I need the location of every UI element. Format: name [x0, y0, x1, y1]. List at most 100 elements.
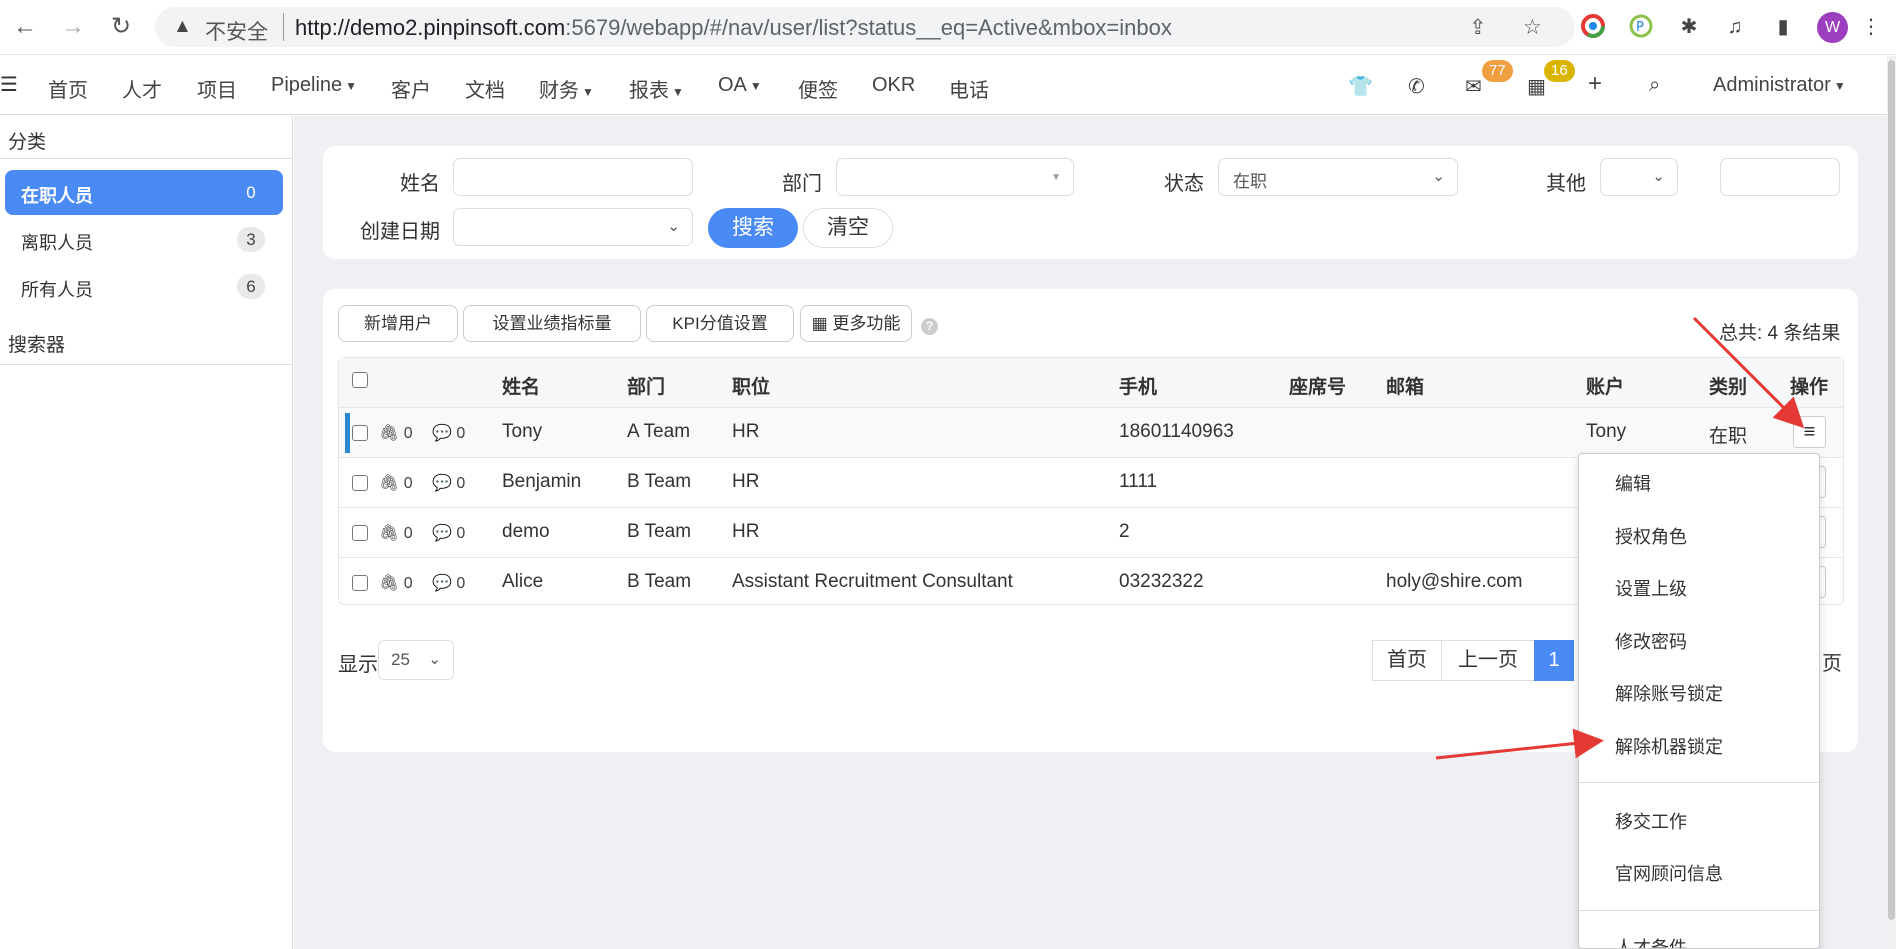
select-all-checkbox[interactable] — [352, 372, 368, 388]
first-page-button[interactable]: 首页 — [1372, 640, 1442, 681]
divider — [0, 364, 293, 365]
attachment-count[interactable]: 🖇 0 — [379, 523, 413, 543]
comment-count[interactable]: 💬 0 — [432, 523, 465, 543]
mail-icon[interactable]: ✉ — [1465, 74, 1482, 99]
kpi-score-button[interactable]: KPI分值设置 — [646, 305, 794, 342]
phone-icon[interactable]: ✆ — [1408, 74, 1425, 99]
menu-item-unlock-machine[interactable]: 解除机器锁定 — [1615, 733, 1723, 759]
add-user-button[interactable]: 新增用户 — [338, 305, 458, 342]
searcher-title[interactable]: 搜索器 — [8, 330, 65, 357]
reload-icon[interactable]: ↻ — [106, 10, 136, 44]
col-dept[interactable]: 部门 — [627, 372, 665, 399]
name-filter-input[interactable] — [453, 158, 693, 196]
menu-divider — [1579, 910, 1819, 911]
nav-item-docs[interactable]: 文档 — [465, 74, 505, 103]
row-checkbox[interactable] — [352, 575, 368, 591]
nav-item-oa[interactable]: OA ▼ — [718, 74, 762, 97]
search-icon[interactable]: ⌕ — [1649, 74, 1660, 97]
help-icon[interactable]: ? — [921, 318, 938, 335]
star-icon[interactable]: ☆ — [1523, 15, 1542, 40]
row-checkbox[interactable] — [352, 425, 368, 441]
nav-item-home[interactable]: 首页 — [48, 74, 88, 103]
forward-icon[interactable]: → — [58, 10, 88, 44]
side-panel-icon[interactable]: ▮ — [1770, 14, 1796, 40]
nav-item-okr[interactable]: OKR — [872, 74, 915, 97]
set-kpi-target-button[interactable]: 设置业绩指标量 — [463, 305, 641, 342]
more-functions-button[interactable]: ▦ 更多功能 — [800, 305, 912, 342]
nav-item-notes[interactable]: 便签 — [798, 74, 838, 103]
col-account[interactable]: 账户 — [1586, 372, 1624, 399]
col-seat[interactable]: 座席号 — [1289, 372, 1346, 399]
menu-item-change-password[interactable]: 修改密码 — [1615, 628, 1687, 654]
attachment-count[interactable]: 🖇 0 — [379, 473, 413, 493]
calendar-icon[interactable]: ▦ — [1527, 74, 1546, 99]
nav-item-finance[interactable]: 财务 ▼ — [539, 74, 594, 103]
nav-item-customer[interactable]: 客户 — [391, 74, 431, 103]
puzzle-icon[interactable]: ✱ — [1676, 14, 1702, 40]
hamburger-icon[interactable]: ☰ — [0, 72, 18, 97]
cell-name[interactable]: demo — [502, 521, 550, 543]
user-menu[interactable]: Administrator ▼ — [1713, 74, 1846, 97]
prev-page-button[interactable]: 上一页 — [1441, 640, 1535, 681]
page-1-button[interactable]: 1 — [1534, 640, 1574, 681]
page-size-select[interactable]: 25 ⌄ — [378, 640, 454, 680]
other-filter-select[interactable]: ⌄ — [1600, 158, 1678, 196]
cell-phone: 18601140963 — [1119, 421, 1234, 442]
cell-name[interactable]: Tony — [502, 421, 542, 443]
kebab-menu-icon[interactable]: ⋮ — [1858, 14, 1884, 40]
search-button[interactable]: 搜索 — [708, 208, 798, 248]
comment-count[interactable]: 💬 0 — [432, 423, 465, 443]
dept-filter-select[interactable]: ▼ — [836, 158, 1074, 196]
cell-phone: 1111 — [1119, 471, 1158, 492]
col-phone[interactable]: 手机 — [1119, 372, 1157, 399]
clear-button[interactable]: 清空 — [803, 208, 893, 248]
comment-count[interactable]: 💬 0 — [432, 473, 465, 493]
nav-item-project[interactable]: 项目 — [197, 74, 237, 103]
nav-item-reports[interactable]: 报表 ▼ — [629, 74, 684, 103]
col-email[interactable]: 邮箱 — [1386, 372, 1424, 399]
menu-item-consultant-info[interactable]: 官网顾问信息 — [1615, 860, 1723, 886]
menu-item-set-supervisor[interactable]: 设置上级 — [1615, 575, 1687, 601]
created-date-select[interactable]: ⌄ — [453, 208, 693, 246]
row-checkbox[interactable] — [352, 475, 368, 491]
nav-item-talent[interactable]: 人才 — [122, 74, 162, 103]
shirt-icon[interactable]: 👕 — [1348, 74, 1373, 99]
col-position[interactable]: 职位 — [732, 372, 770, 399]
caret-down-icon: ▼ — [1051, 172, 1061, 183]
url-text[interactable]: http://demo2.pinpinsoft.com:5679/webapp/… — [295, 15, 1172, 41]
menu-item-unlock-account[interactable]: 解除账号锁定 — [1615, 680, 1723, 706]
status-filter-select[interactable]: 在职 ⌄ — [1218, 158, 1458, 196]
profile-avatar[interactable]: W — [1817, 12, 1848, 43]
sidebar-item-departed-staff[interactable]: 离职人员 3 — [5, 217, 283, 262]
row-checkbox[interactable] — [352, 525, 368, 541]
comment-count[interactable]: 💬 0 — [432, 573, 465, 593]
page-scrollbar-thumb[interactable] — [1888, 60, 1895, 920]
share-icon[interactable]: ⇪ — [1469, 15, 1487, 40]
attachment-count[interactable]: 🖇 0 — [379, 423, 413, 443]
sidebar: 分类 在职人员 0 离职人员 3 所有人员 6 搜索器 — [0, 116, 293, 949]
last-page-label[interactable]: 页 — [1822, 647, 1842, 676]
col-name[interactable]: 姓名 — [502, 372, 540, 399]
menu-item-assign-role[interactable]: 授权角色 — [1615, 523, 1687, 549]
row-actions-button[interactable]: ≡ — [1793, 416, 1826, 448]
sidebar-item-all-staff[interactable]: 所有人员 6 — [5, 264, 283, 309]
menu-item-talent-backup[interactable]: 人才备件 — [1615, 934, 1687, 948]
extension-p-icon[interactable]: P — [1628, 14, 1654, 40]
cell-name[interactable]: Benjamin — [502, 471, 581, 493]
address-bar[interactable]: ▲ 不安全 http://demo2.pinpinsoft.com:5679/w… — [155, 7, 1575, 47]
nav-item-pipeline[interactable]: Pipeline ▼ — [271, 74, 357, 97]
attachment-count[interactable]: 🖇 0 — [379, 573, 413, 593]
media-icon[interactable]: ♫ — [1722, 14, 1748, 40]
sidebar-item-active-staff[interactable]: 在职人员 0 — [5, 170, 283, 215]
cell-dept: B Team — [627, 521, 692, 542]
cell-name[interactable]: Alice — [502, 571, 543, 593]
nav-item-phone[interactable]: 电话 — [949, 74, 989, 103]
menu-item-transfer-work[interactable]: 移交工作 — [1615, 808, 1687, 834]
menu-item-edit[interactable]: 编辑 — [1615, 470, 1651, 496]
extension-color-icon[interactable] — [1580, 14, 1606, 40]
col-type[interactable]: 类别 — [1709, 372, 1747, 399]
table-row[interactable]: 🖇 0 💬 0 Tony A Team HR 18601140963 Tony … — [339, 408, 1843, 458]
back-icon[interactable]: ← — [10, 10, 40, 44]
plus-icon[interactable]: + — [1588, 70, 1602, 98]
other-filter-input[interactable] — [1720, 158, 1840, 196]
